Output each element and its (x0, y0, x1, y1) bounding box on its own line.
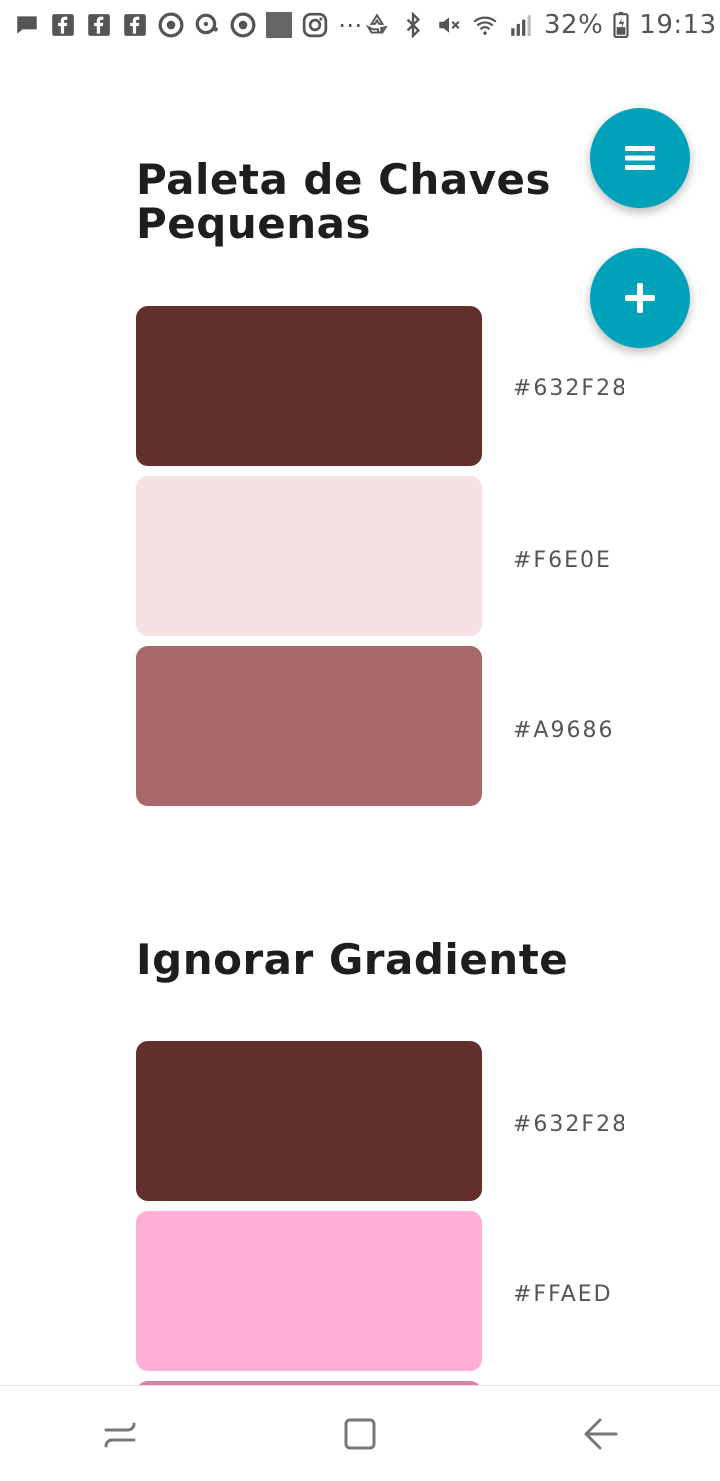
instagram-icon (302, 12, 328, 38)
chrome-icon (230, 12, 256, 38)
menu-icon (620, 138, 660, 178)
palette-list[interactable]: Paleta de Chaves Pequenas #632F28 #F6E0E… (0, 50, 720, 1385)
facebook-icon (122, 12, 148, 38)
message-icon (14, 12, 40, 38)
color-swatch[interactable] (136, 306, 482, 466)
clock: 19:13 (639, 10, 717, 40)
chrome-icon (158, 12, 184, 38)
plus-icon (620, 278, 660, 318)
battery-percentage: 32% (544, 10, 604, 40)
status-bar: ⋯ 32% 19:13 (0, 0, 720, 50)
signal-icon (508, 12, 534, 38)
back-button[interactable] (570, 1404, 630, 1464)
section-title: Paleta de Chaves Pequenas (136, 158, 551, 246)
more-notifications-indicator: ⋯ (338, 11, 364, 39)
home-icon (340, 1414, 380, 1454)
navigation-bar (0, 1385, 720, 1481)
color-swatch[interactable] (136, 476, 482, 636)
color-hex-label: #632F28 (513, 376, 624, 401)
notification-icons: ⋯ (14, 11, 364, 39)
color-hex-label: #632F28 (513, 1112, 624, 1137)
color-hex-label: #A9686 (513, 718, 615, 743)
system-icons: 32% 19:13 (364, 10, 717, 40)
recycle-icon (364, 12, 390, 38)
image-icon (266, 12, 292, 38)
home-button[interactable] (330, 1404, 390, 1464)
section-title-line: Paleta de Chaves (136, 155, 552, 204)
recent-apps-button[interactable] (90, 1404, 150, 1464)
recent-apps-icon (100, 1414, 140, 1454)
facebook-icon (50, 12, 76, 38)
chat-bubble-icon (194, 12, 220, 38)
battery-icon (613, 12, 629, 38)
color-hex-label: #FFAED (513, 1282, 613, 1307)
section-title: Ignorar Gradiente (136, 935, 569, 984)
bluetooth-icon (400, 12, 426, 38)
wifi-icon (472, 12, 498, 38)
color-swatch[interactable] (136, 1211, 482, 1371)
color-swatch[interactable] (136, 1041, 482, 1201)
facebook-icon (86, 12, 112, 38)
back-icon (580, 1414, 620, 1454)
mute-icon (436, 12, 462, 38)
color-hex-label: #F6E0E (513, 548, 612, 573)
color-swatch[interactable] (136, 646, 482, 806)
add-button[interactable] (590, 248, 690, 348)
menu-button[interactable] (590, 108, 690, 208)
section-title-line: Pequenas (136, 199, 371, 248)
